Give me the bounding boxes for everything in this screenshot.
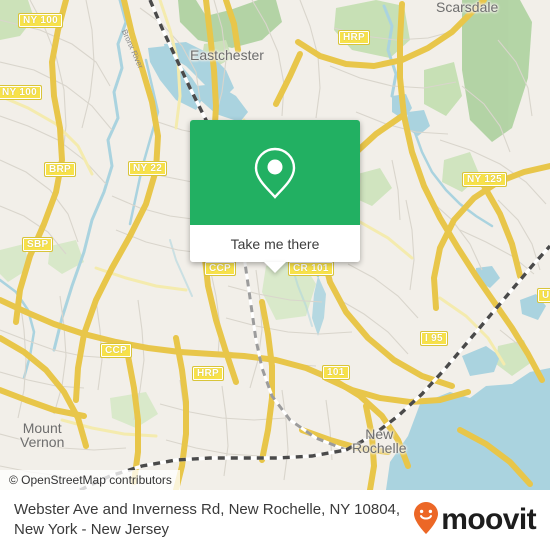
road-shield-i-95[interactable]: I 95 xyxy=(420,331,448,346)
map-pin-icon xyxy=(253,146,297,200)
road-shield-ny-125[interactable]: NY 125 xyxy=(462,172,507,187)
take-me-there-card[interactable]: Take me there xyxy=(190,120,360,273)
road-shield-sbp[interactable]: SBP xyxy=(22,237,54,252)
road-shield-ny-22[interactable]: NY 22 xyxy=(128,161,168,176)
road-shield-hrp-north[interactable]: HRP xyxy=(338,30,371,45)
card-image-area xyxy=(190,120,360,225)
road-shield-hrp-south[interactable]: HRP xyxy=(192,366,225,381)
road-shield-us-edge[interactable]: U xyxy=(537,288,550,303)
road-shield-ny-100-west[interactable]: NY 100 xyxy=(0,85,42,100)
map-canvas[interactable]: Bronx River Scarsdale Eastchester Mount … xyxy=(0,0,550,490)
road-shield-ccp-north[interactable]: CCP xyxy=(204,261,237,276)
road-shield-cr-101[interactable]: CR 101 xyxy=(288,261,334,276)
card-pointer xyxy=(264,262,286,273)
moovit-map-screen: Bronx River Scarsdale Eastchester Mount … xyxy=(0,0,550,550)
road-shield-ccp-south[interactable]: CCP xyxy=(100,343,133,358)
footer-bar: Webster Ave and Inverness Rd, New Rochel… xyxy=(0,490,550,550)
place-label-eastchester: Eastchester xyxy=(190,47,264,63)
place-label-new-rochelle: New Rochelle xyxy=(352,426,407,456)
address-text: Webster Ave and Inverness Rd, New Rochel… xyxy=(14,501,401,538)
road-shield-101[interactable]: 101 xyxy=(322,365,350,380)
take-me-there-button[interactable]: Take me there xyxy=(190,225,360,262)
road-shield-brp[interactable]: BRP xyxy=(44,162,77,177)
moovit-logo[interactable]: moovit xyxy=(413,501,537,540)
road-shield-ny-100-north[interactable]: NY 100 xyxy=(18,13,63,28)
place-label-mount-vernon: Mount Vernon xyxy=(20,420,65,450)
place-label-scarsdale: Scarsdale xyxy=(436,0,499,15)
moovit-pin-icon xyxy=(413,501,439,540)
take-me-there-label: Take me there xyxy=(230,235,320,252)
moovit-wordmark: moovit xyxy=(441,503,536,536)
osm-attribution[interactable]: © OpenStreetMap contributors xyxy=(0,470,180,490)
